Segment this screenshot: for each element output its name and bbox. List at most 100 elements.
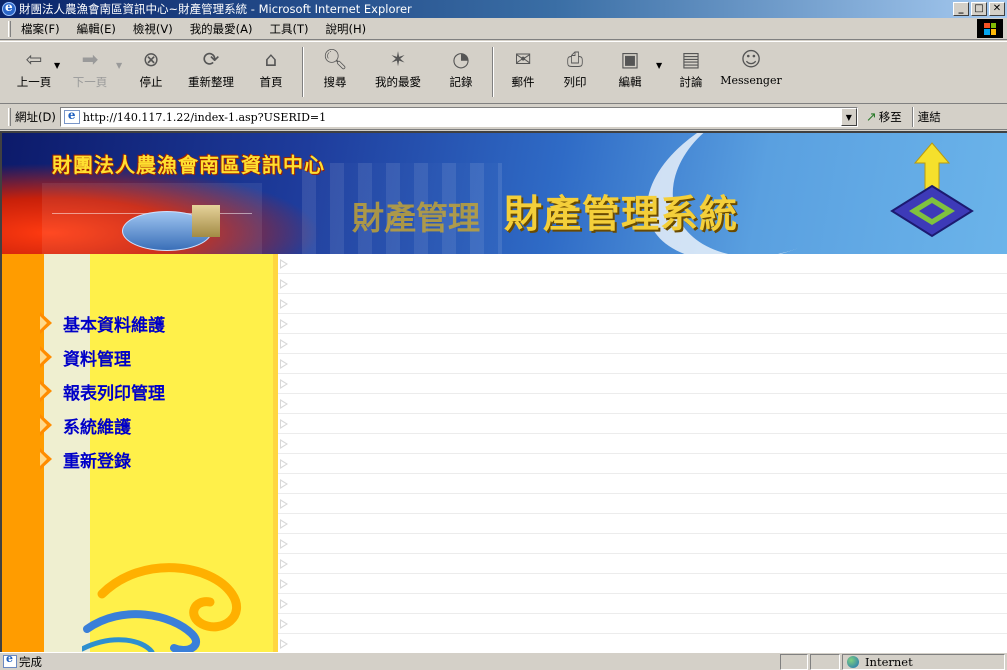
forward-button[interactable]: ➡ 下一頁 bbox=[64, 47, 116, 101]
home-icon: ⌂ bbox=[264, 47, 278, 71]
print-button[interactable]: ⎙ 列印 bbox=[546, 47, 604, 101]
nav-label[interactable]: 系統維護 bbox=[63, 413, 131, 438]
header-banner: 財團法人農漁會南區資訊中心 財產管理 財產管理系統 bbox=[2, 133, 1007, 254]
nav-arrow-icon bbox=[40, 380, 54, 402]
nav-label[interactable]: 報表列印管理 bbox=[63, 379, 165, 404]
status-panel bbox=[810, 654, 840, 670]
favorites-label: 我的最愛 bbox=[375, 75, 421, 89]
cube-image bbox=[192, 205, 220, 237]
back-dropdown[interactable]: ▼ bbox=[54, 61, 64, 70]
window-controls: _ □ ✕ bbox=[953, 2, 1007, 16]
nav-label[interactable]: 資料管理 bbox=[63, 345, 131, 370]
edit-icon: ▣ bbox=[620, 47, 640, 71]
nav-item-relogin[interactable]: 重新登錄 bbox=[40, 442, 165, 476]
nav-item-system-maintenance[interactable]: 系統維護 bbox=[40, 408, 165, 442]
row-bullet-icon bbox=[280, 339, 288, 349]
edit-dropdown[interactable]: ▼ bbox=[656, 61, 666, 70]
address-input[interactable]: http://140.117.1.22/index-1.asp?USERID=1… bbox=[59, 107, 858, 127]
status-bar: 完成 Internet bbox=[0, 652, 1007, 670]
zone-label: Internet bbox=[865, 655, 913, 669]
address-url[interactable]: http://140.117.1.22/index-1.asp?USERID=1 bbox=[83, 111, 326, 124]
title-bar: 財團法人農漁會南區資訊中心~財產管理系統 - Microsoft Interne… bbox=[0, 0, 1007, 18]
minimize-button[interactable]: _ bbox=[953, 2, 969, 16]
toolbar-separator bbox=[492, 47, 494, 97]
org-logo-icon bbox=[890, 142, 974, 238]
menu-tools[interactable]: 工具(T) bbox=[270, 21, 309, 37]
back-button[interactable]: ⇦ 上一頁 bbox=[14, 47, 54, 101]
decorative-swirl-icon bbox=[82, 563, 242, 652]
history-icon: ◔ bbox=[452, 47, 470, 71]
sidebar: 基本資料維護 資料管理 報表列印管理 系統維護 重新登錄 bbox=[2, 254, 278, 652]
nav-arrow-icon bbox=[40, 312, 54, 334]
nav-item-data-management[interactable]: 資料管理 bbox=[40, 340, 165, 374]
address-bar-grip[interactable] bbox=[8, 108, 11, 126]
row-bullet-icon bbox=[280, 299, 288, 309]
refresh-button[interactable]: ⟳ 重新整理 bbox=[176, 47, 246, 101]
nav-arrow-icon bbox=[40, 448, 54, 470]
windows-logo-icon bbox=[977, 19, 1003, 38]
menu-view[interactable]: 檢視(V) bbox=[133, 21, 173, 37]
history-label: 記錄 bbox=[449, 75, 473, 89]
internet-explorer-icon bbox=[2, 0, 16, 16]
row-bullet-icon bbox=[280, 579, 288, 589]
nav-label[interactable]: 重新登錄 bbox=[63, 447, 131, 472]
row-bullet-icon bbox=[280, 259, 288, 269]
nav-item-report-printing[interactable]: 報表列印管理 bbox=[40, 374, 165, 408]
row-bullet-icon bbox=[280, 279, 288, 289]
address-dropdown-button[interactable]: ▼ bbox=[840, 108, 857, 126]
forward-dropdown[interactable]: ▼ bbox=[116, 61, 126, 70]
system-title-shadow: 財產管理 bbox=[352, 199, 481, 237]
forward-label: 下一頁 bbox=[72, 75, 108, 89]
refresh-label: 重新整理 bbox=[188, 75, 234, 89]
menu-bar: 檔案(F) 編輯(E) 檢視(V) 我的最愛(A) 工具(T) 說明(H) bbox=[0, 18, 1007, 40]
address-bar: 網址(D) http://140.117.1.22/index-1.asp?US… bbox=[0, 105, 1007, 130]
menu-favorites[interactable]: 我的最愛(A) bbox=[190, 21, 253, 37]
row-bullet-icon bbox=[280, 539, 288, 549]
go-button[interactable]: ↗ 移至 bbox=[866, 109, 902, 125]
edit-label: 編輯 bbox=[618, 75, 642, 89]
menu-file[interactable]: 檔案(F) bbox=[21, 21, 60, 37]
nav-menu: 基本資料維護 資料管理 報表列印管理 系統維護 重新登錄 bbox=[40, 306, 165, 476]
messenger-button[interactable]: ☺ Messenger bbox=[716, 47, 786, 101]
menu-edit[interactable]: 編輯(E) bbox=[77, 21, 116, 37]
row-bullet-icon bbox=[280, 639, 288, 649]
system-title: 財產管理系統 bbox=[504, 191, 739, 236]
favorites-star-icon: ✶ bbox=[389, 47, 407, 71]
address-label: 網址(D) bbox=[15, 110, 56, 124]
row-bullet-icon bbox=[280, 379, 288, 389]
main-frame bbox=[278, 254, 1007, 652]
search-button[interactable]: 🔍︎ 搜尋 bbox=[310, 47, 360, 101]
nav-arrow-icon bbox=[40, 346, 54, 368]
maximize-button[interactable]: □ bbox=[971, 2, 987, 16]
page-status-icon bbox=[3, 652, 17, 668]
discuss-icon: ▤ bbox=[681, 47, 701, 71]
standard-toolbar: ⇦ 上一頁 ▼ ➡ 下一頁 ▼ ⊗ 停止 ⟳ 重新整理 ⌂ 首頁 🔍︎ 搜尋 ✶… bbox=[0, 41, 1007, 104]
row-bullet-icon bbox=[280, 519, 288, 529]
row-bullet-icon bbox=[280, 359, 288, 369]
globe-icon bbox=[847, 656, 859, 668]
discuss-button[interactable]: ▤ 討論 bbox=[666, 47, 716, 101]
nav-item-basic-data[interactable]: 基本資料維護 bbox=[40, 306, 165, 340]
favorites-button[interactable]: ✶ 我的最愛 bbox=[360, 47, 436, 101]
forward-arrow-icon: ➡ bbox=[81, 47, 99, 71]
organization-name: 財團法人農漁會南區資訊中心 bbox=[52, 153, 325, 177]
edit-button[interactable]: ▣ 編輯 bbox=[604, 47, 656, 101]
nav-label[interactable]: 基本資料維護 bbox=[63, 311, 165, 336]
menu-help[interactable]: 說明(H) bbox=[326, 21, 367, 37]
discuss-label: 討論 bbox=[679, 75, 703, 89]
stop-button[interactable]: ⊗ 停止 bbox=[126, 47, 176, 101]
row-bullet-icon bbox=[280, 619, 288, 629]
row-bullet-icon bbox=[280, 599, 288, 609]
links-button[interactable]: 連結 bbox=[918, 109, 941, 125]
home-label: 首頁 bbox=[259, 75, 283, 89]
row-bullet-icon bbox=[280, 319, 288, 329]
close-button[interactable]: ✕ bbox=[989, 2, 1005, 16]
refresh-icon: ⟳ bbox=[202, 47, 220, 71]
home-button[interactable]: ⌂ 首頁 bbox=[246, 47, 296, 101]
row-bullet-icon bbox=[280, 459, 288, 469]
history-button[interactable]: ◔ 記錄 bbox=[436, 47, 486, 101]
browser-window: 財團法人農漁會南區資訊中心~財產管理系統 - Microsoft Interne… bbox=[0, 0, 1007, 670]
mail-button[interactable]: ✉ 郵件 bbox=[500, 47, 546, 101]
search-icon: 🔍︎ bbox=[322, 47, 348, 71]
menubar-grip[interactable] bbox=[8, 20, 11, 37]
